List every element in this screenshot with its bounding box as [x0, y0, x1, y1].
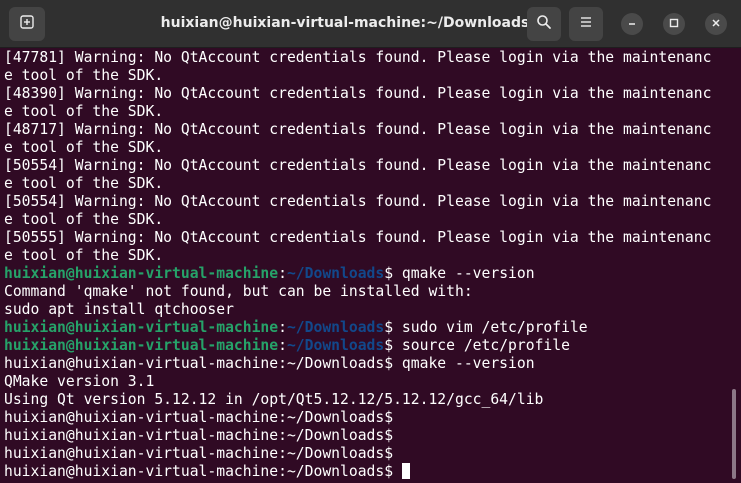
terminal-line: huixian@huixian-virtual-machine:~/Downlo…: [4, 265, 730, 283]
prompt-path: ~/Downloads: [286, 337, 385, 354]
prompt-user: huixian@huixian-virtual-machine: [4, 337, 279, 354]
output-text: [47781] Warning: No QtAccount credential…: [4, 49, 712, 66]
output-text: sudo apt install qtchooser: [4, 301, 234, 318]
terminal-line: huixian@huixian-virtual-machine:~/Downlo…: [4, 409, 730, 427]
output-text: huixian@huixian-virtual-machine:~/Downlo…: [4, 355, 535, 372]
new-tab-button[interactable]: [9, 7, 45, 41]
terminal-line: [50554] Warning: No QtAccount credential…: [4, 157, 730, 175]
terminal-line: QMake version 3.1: [4, 373, 730, 391]
output-text: QMake version 3.1: [4, 373, 155, 390]
title-bar[interactable]: huixian@huixian-virtual-machine:~/Downlo…: [0, 0, 741, 48]
command-text: $ qmake --version: [384, 265, 535, 282]
prompt-path: ~/Downloads: [286, 319, 385, 336]
prompt-user: huixian@huixian-virtual-machine: [4, 319, 279, 336]
prompt-separator: :: [278, 265, 287, 282]
terminal-line: sudo apt install qtchooser: [4, 301, 730, 319]
terminal-line: e tool of the SDK.: [4, 139, 730, 157]
prompt-separator: :: [278, 319, 287, 336]
terminal-line: e tool of the SDK.: [4, 175, 730, 193]
search-button[interactable]: [527, 7, 561, 41]
output-text: e tool of the SDK.: [4, 139, 164, 156]
terminal-line: e tool of the SDK.: [4, 103, 730, 121]
minimize-button[interactable]: [621, 13, 643, 35]
output-text: [50554] Warning: No QtAccount credential…: [4, 193, 712, 210]
terminal-output[interactable]: [47781] Warning: No QtAccount credential…: [4, 49, 730, 483]
terminal-line: e tool of the SDK.: [4, 247, 730, 265]
hamburger-menu-icon: [579, 15, 593, 34]
output-text: Command 'qmake' not found, but can be in…: [4, 283, 473, 300]
minimize-icon: [627, 15, 637, 33]
output-text: [48390] Warning: No QtAccount credential…: [4, 85, 712, 102]
terminal-line: [50555] Warning: No QtAccount credential…: [4, 229, 730, 247]
terminal-line: huixian@huixian-virtual-machine:~/Downlo…: [4, 337, 730, 355]
output-text: [48717] Warning: No QtAccount credential…: [4, 121, 712, 138]
output-text: huixian@huixian-virtual-machine:~/Downlo…: [4, 409, 394, 426]
terminal-line: e tool of the SDK.: [4, 67, 730, 85]
menu-button[interactable]: [569, 7, 603, 41]
search-icon: [536, 14, 552, 35]
output-text: Using Qt version 5.12.12 in /opt/Qt5.12.…: [4, 391, 544, 408]
output-text: e tool of the SDK.: [4, 211, 164, 228]
maximize-button[interactable]: [663, 13, 685, 35]
close-icon: [711, 15, 721, 33]
output-text: huixian@huixian-virtual-machine:~/Downlo…: [4, 445, 394, 462]
terminal-line: e tool of the SDK.: [4, 211, 730, 229]
terminal-line: [50554] Warning: No QtAccount credential…: [4, 193, 730, 211]
terminal-line: [48390] Warning: No QtAccount credential…: [4, 85, 730, 103]
output-text: [50555] Warning: No QtAccount credential…: [4, 229, 712, 246]
terminal-line: [47781] Warning: No QtAccount credential…: [4, 49, 730, 67]
output-text: e tool of the SDK.: [4, 67, 164, 84]
terminal-line: Using Qt version 5.12.12 in /opt/Qt5.12.…: [4, 391, 730, 409]
prompt-user: huixian@huixian-virtual-machine: [4, 265, 279, 282]
command-text: $ source /etc/profile: [384, 337, 570, 354]
window-title: huixian@huixian-virtual-machine:~/Downlo…: [160, 15, 530, 31]
terminal-line: [48717] Warning: No QtAccount credential…: [4, 121, 730, 139]
output-text: huixian@huixian-virtual-machine:~/Downlo…: [4, 463, 402, 480]
terminal-line: huixian@huixian-virtual-machine:~/Downlo…: [4, 427, 730, 445]
close-button[interactable]: [705, 13, 727, 35]
output-text: huixian@huixian-virtual-machine:~/Downlo…: [4, 427, 394, 444]
maximize-icon: [669, 15, 679, 33]
output-text: e tool of the SDK.: [4, 247, 164, 264]
output-text: [50554] Warning: No QtAccount credential…: [4, 157, 712, 174]
command-text: $ sudo vim /etc/profile: [384, 319, 588, 336]
prompt-path: ~/Downloads: [286, 265, 385, 282]
terminal-line: Command 'qmake' not found, but can be in…: [4, 283, 730, 301]
terminal-window: huixian@huixian-virtual-machine:~/Downlo…: [0, 0, 741, 483]
text-cursor: [401, 463, 410, 479]
terminal-line: huixian@huixian-virtual-machine:~/Downlo…: [4, 445, 730, 463]
prompt-separator: :: [278, 337, 287, 354]
output-text: e tool of the SDK.: [4, 175, 164, 192]
new-tab-icon: [19, 14, 35, 35]
terminal-line: huixian@huixian-virtual-machine:~/Downlo…: [4, 319, 730, 337]
output-text: e tool of the SDK.: [4, 103, 164, 120]
terminal-line: huixian@huixian-virtual-machine:~/Downlo…: [4, 355, 730, 373]
terminal-line: huixian@huixian-virtual-machine:~/Downlo…: [4, 463, 730, 481]
scrollbar[interactable]: [732, 389, 736, 479]
